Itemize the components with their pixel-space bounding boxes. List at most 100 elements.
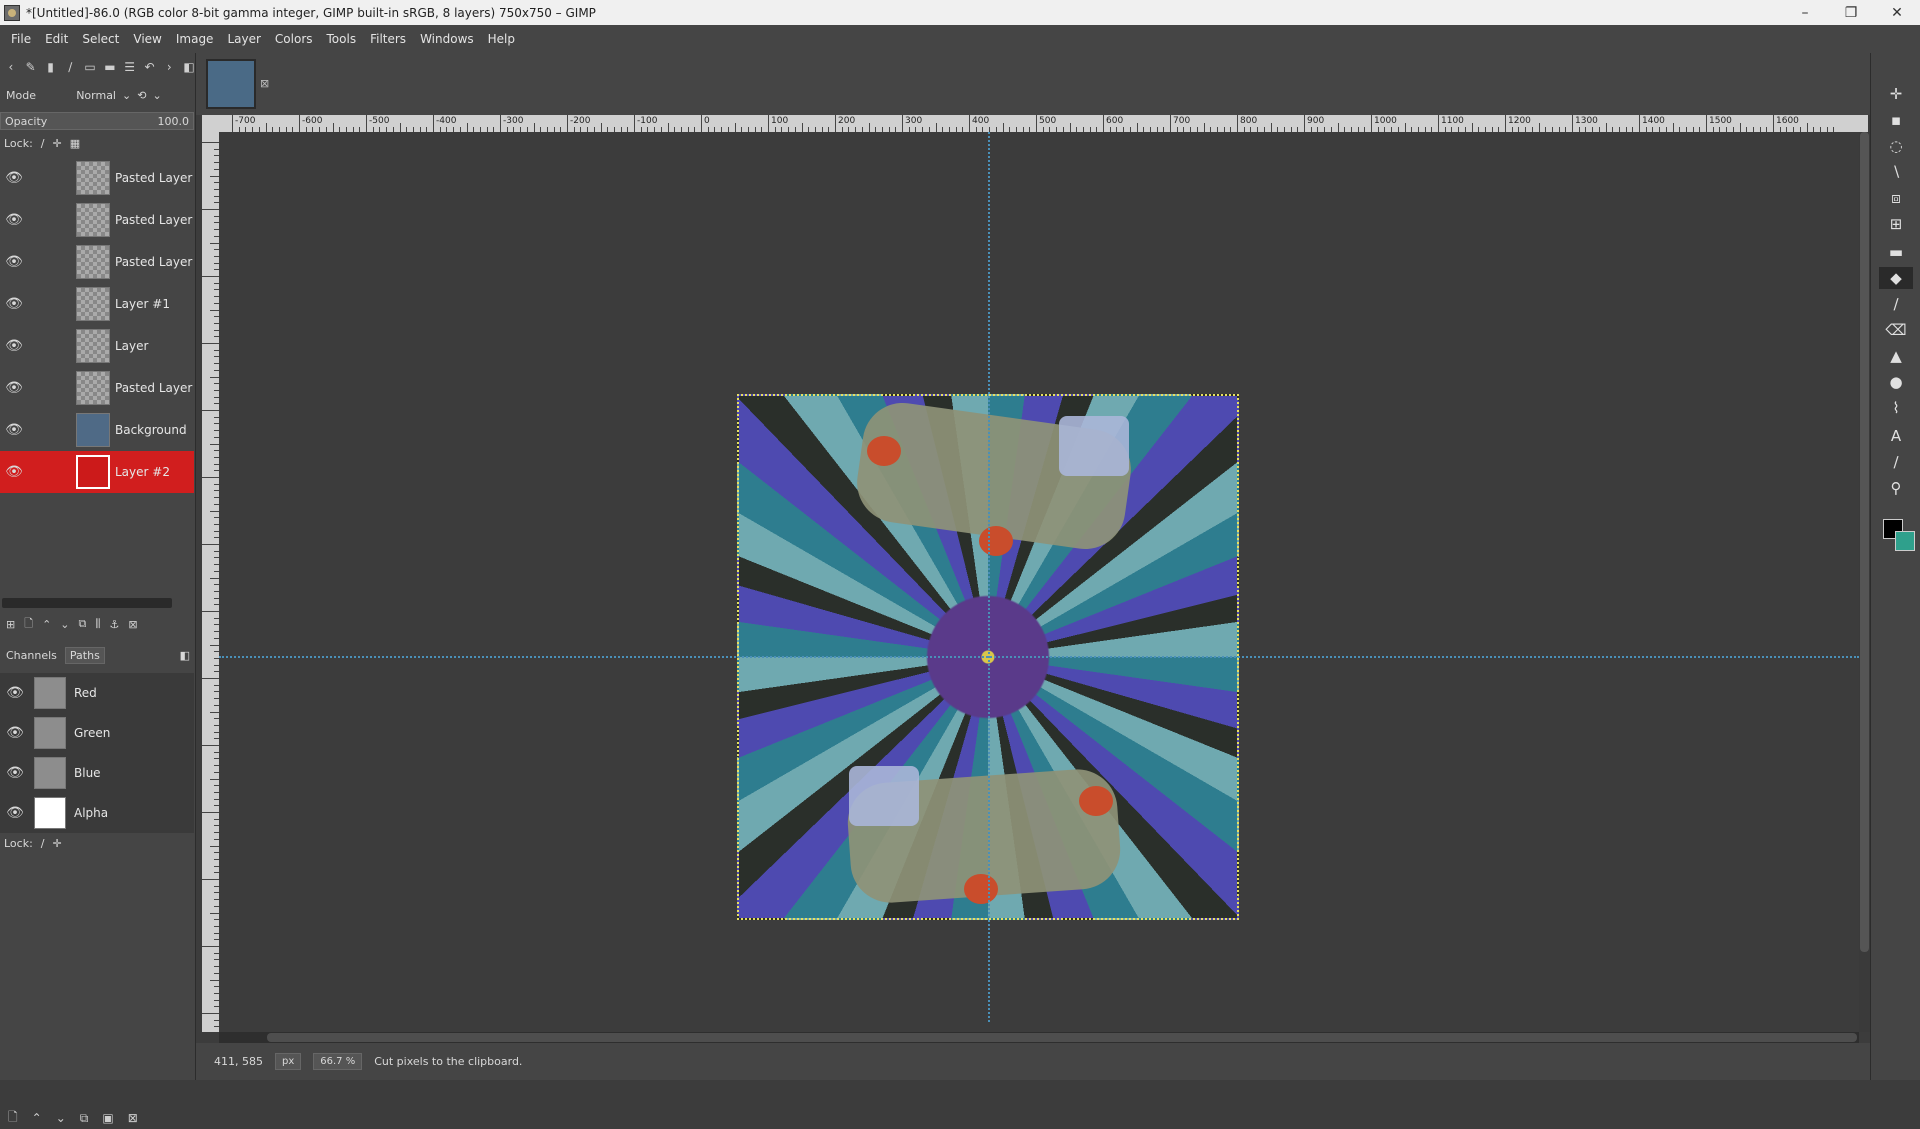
channel-to-selection-icon[interactable]: ▣: [102, 1111, 113, 1125]
pattern-icon[interactable]: ▭: [83, 60, 97, 74]
tab-channels[interactable]: Channels: [2, 648, 61, 663]
canvas-area[interactable]: [219, 132, 1859, 1032]
background-color-swatch[interactable]: [1895, 531, 1915, 551]
horizontal-guide[interactable]: [219, 656, 1859, 658]
channel-row[interactable]: 👁 Red: [0, 673, 194, 713]
menu-colors[interactable]: Colors: [268, 32, 320, 46]
color-picker-tool-icon[interactable]: ∕: [1885, 451, 1907, 473]
close-image-tab-icon[interactable]: ⊠: [260, 77, 269, 90]
maximize-button[interactable]: ❐: [1828, 0, 1874, 25]
duplicate-channel-icon[interactable]: ⧉: [80, 1111, 89, 1126]
close-button[interactable]: ✕: [1874, 0, 1920, 25]
chevron-right-icon[interactable]: ›: [162, 60, 176, 74]
menu-edit[interactable]: Edit: [38, 32, 75, 46]
menu-layer[interactable]: Layer: [220, 32, 267, 46]
text-tool-icon[interactable]: A: [1885, 425, 1907, 447]
channel-row[interactable]: 👁 Green: [0, 713, 194, 753]
chevron-down-icon[interactable]: ⌄: [122, 89, 131, 102]
visibility-eye-icon[interactable]: 👁: [0, 212, 28, 228]
visibility-eye-icon[interactable]: 👁: [0, 805, 30, 821]
smudge-tool-icon[interactable]: ●: [1885, 371, 1907, 393]
scrollbar-thumb[interactable]: [267, 1033, 1857, 1042]
lock-position-icon[interactable]: ✛: [53, 837, 62, 850]
zoom-select[interactable]: 66.7 %: [313, 1053, 363, 1070]
move-tool-icon[interactable]: ✛: [1885, 83, 1907, 105]
mode-reset-icon[interactable]: ⟲: [137, 89, 146, 102]
unit-select[interactable]: px: [274, 1053, 302, 1070]
dock-menu-icon[interactable]: ◧: [180, 649, 190, 662]
lock-pixels-icon[interactable]: ∕: [41, 137, 45, 150]
eraser-tool-icon[interactable]: ⌫: [1885, 319, 1907, 341]
visibility-eye-icon[interactable]: 👁: [0, 765, 30, 781]
layer-row-active[interactable]: 👁 Layer #2: [0, 451, 194, 493]
layer-row[interactable]: 👁 Layer #1: [0, 283, 194, 325]
chevron-left-icon[interactable]: ‹: [4, 60, 18, 74]
chevron-down-icon[interactable]: ⌄: [152, 89, 161, 102]
anchor-layer-icon[interactable]: ⚓: [109, 618, 119, 631]
undo-history-icon[interactable]: ↶: [143, 60, 157, 74]
visibility-eye-icon[interactable]: 👁: [0, 338, 28, 354]
layer-row[interactable]: 👁 Pasted Layer: [0, 157, 194, 199]
vertical-guide[interactable]: [988, 132, 990, 1022]
merge-layer-icon[interactable]: ⫼: [95, 617, 100, 631]
menu-help[interactable]: Help: [481, 32, 522, 46]
layers-scrollbar[interactable]: [2, 598, 172, 608]
menu-view[interactable]: View: [126, 32, 168, 46]
lock-pixels-icon[interactable]: ∕: [41, 837, 45, 850]
visibility-eye-icon[interactable]: 👁: [0, 380, 28, 396]
visibility-eye-icon[interactable]: 👁: [0, 170, 28, 186]
bucket-fill-tool-icon[interactable]: ◆: [1879, 267, 1913, 289]
new-layer-group-icon[interactable]: ⊞: [6, 618, 15, 631]
visibility-eye-icon[interactable]: 👁: [0, 725, 30, 741]
tool-options-icon[interactable]: ✎: [24, 60, 38, 74]
layer-row[interactable]: 👁 Layer: [0, 325, 194, 367]
crop-tool-icon[interactable]: ⧈: [1885, 187, 1907, 209]
zoom-tool-icon[interactable]: ⚲: [1885, 477, 1907, 499]
warp-tool-icon[interactable]: ▬: [1885, 241, 1907, 263]
lower-channel-icon[interactable]: ⌄: [56, 1111, 66, 1125]
tab-paths[interactable]: Paths: [64, 646, 105, 664]
layer-row[interactable]: 👁 Pasted Layer: [0, 199, 194, 241]
visibility-eye-icon[interactable]: 👁: [0, 422, 28, 438]
transform-tool-icon[interactable]: ⊞: [1885, 213, 1907, 235]
layer-row[interactable]: 👁 Pasted Layer: [0, 241, 194, 283]
delete-layer-icon[interactable]: ⊠: [128, 618, 137, 631]
layer-row[interactable]: 👁 Pasted Layer: [0, 367, 194, 409]
menu-select[interactable]: Select: [75, 32, 126, 46]
lock-position-icon[interactable]: ✛: [53, 137, 62, 150]
paths-tool-icon[interactable]: ⌇: [1885, 397, 1907, 419]
minimize-button[interactable]: –: [1782, 0, 1828, 25]
layer-row[interactable]: 👁 Background: [0, 409, 194, 451]
menu-file[interactable]: File: [4, 32, 38, 46]
device-status-icon[interactable]: ▮: [44, 60, 58, 74]
lasso-tool-icon[interactable]: ◌: [1885, 135, 1907, 157]
new-channel-icon[interactable]: 🗋: [8, 1108, 18, 1129]
rect-select-tool-icon[interactable]: ▪: [1885, 109, 1907, 131]
scrollbar-thumb[interactable]: [1860, 132, 1869, 952]
gradient-icon[interactable]: ▬: [103, 60, 117, 74]
visibility-eye-icon[interactable]: 👁: [0, 254, 28, 270]
opacity-slider[interactable]: Opacity 100.0: [0, 112, 194, 130]
new-layer-icon[interactable]: 🗋: [24, 615, 33, 634]
horizontal-scrollbar[interactable]: [219, 1032, 1859, 1043]
visibility-eye-icon[interactable]: 👁: [0, 685, 30, 701]
layers-tab-icon[interactable]: ☰: [123, 60, 137, 74]
dock-menu-icon[interactable]: ◧: [182, 60, 196, 74]
delete-channel-icon[interactable]: ⊠: [128, 1111, 138, 1125]
lock-alpha-icon[interactable]: ▦: [70, 137, 80, 150]
opacity-value[interactable]: 100.0: [158, 115, 190, 128]
duplicate-layer-icon[interactable]: ⧉: [79, 617, 87, 631]
menu-filters[interactable]: Filters: [363, 32, 413, 46]
image-tab-thumbnail[interactable]: [206, 59, 256, 109]
lower-layer-icon[interactable]: ⌄: [60, 618, 69, 631]
mode-select[interactable]: Normal: [76, 89, 116, 102]
channel-row[interactable]: 👁 Blue: [0, 753, 194, 793]
brush-icon[interactable]: ∕: [63, 60, 77, 74]
paintbrush-tool-icon[interactable]: ∕: [1885, 293, 1907, 315]
raise-layer-icon[interactable]: ⌃: [42, 618, 51, 631]
visibility-eye-icon[interactable]: 👁: [0, 464, 28, 480]
raise-channel-icon[interactable]: ⌃: [32, 1111, 42, 1125]
fuzzy-select-tool-icon[interactable]: ∖: [1885, 161, 1907, 183]
menu-tools[interactable]: Tools: [320, 32, 364, 46]
vertical-scrollbar[interactable]: [1859, 132, 1870, 1032]
